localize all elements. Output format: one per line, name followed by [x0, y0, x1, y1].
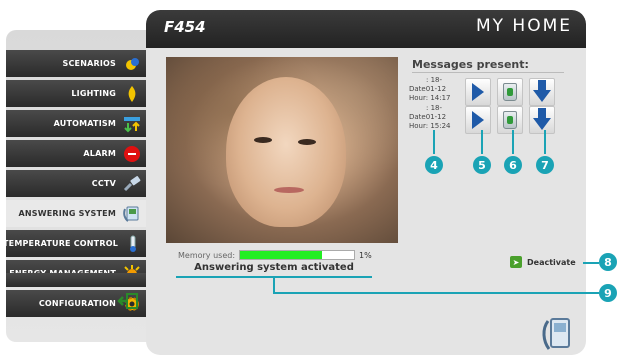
answering-system-icon	[122, 204, 142, 224]
nav-item-label: AUTOMATISM	[53, 119, 116, 128]
callout-line-4	[433, 130, 435, 154]
callout-line-8	[583, 262, 599, 264]
video-feed	[166, 57, 398, 243]
answering-device-icon	[538, 314, 574, 354]
video-eye-left	[254, 137, 272, 143]
video-face	[226, 77, 346, 227]
messages-title: Messages present:	[412, 58, 529, 71]
trash-icon	[503, 83, 517, 101]
memory-bar-fill	[240, 251, 323, 259]
callout-8: 8	[599, 253, 617, 271]
nav-item-label: TEMPERATURE CONTROL	[3, 239, 118, 248]
device-title: F454	[164, 18, 206, 36]
arrow-down-icon	[533, 108, 551, 130]
nav-item-label: CCTV	[91, 179, 116, 188]
nav-item-scenarios[interactable]: SCENARIOS	[6, 50, 148, 77]
back-button[interactable]	[116, 292, 140, 310]
download-button[interactable]	[529, 106, 555, 134]
callout-line-5	[481, 130, 483, 154]
nav-item-label: CONFIGURATION	[38, 299, 116, 308]
message-hour: Hour: 14:17	[409, 94, 451, 102]
play-button[interactable]	[465, 106, 491, 134]
video-eye-right	[298, 139, 316, 145]
play-button[interactable]	[465, 78, 491, 106]
memory-percent: 1%	[359, 250, 372, 260]
callout-6: 6	[504, 156, 522, 174]
nav-item-answering-system[interactable]: ANSWERING SYSTEM	[6, 200, 148, 227]
callout-line-7	[544, 130, 546, 154]
nav-item-cctv[interactable]: CCTV	[6, 170, 148, 197]
nav-bottom-bar	[6, 273, 148, 287]
delete-button[interactable]	[497, 106, 523, 134]
automatism-icon	[122, 114, 142, 134]
lighting-icon	[122, 84, 142, 104]
nav-item-label: LIGHTING	[71, 89, 116, 98]
callout-9: 9	[599, 284, 617, 302]
message-line1: : 18-	[425, 104, 443, 112]
back-arrow-icon	[117, 293, 138, 309]
play-icon	[472, 111, 484, 129]
nav-item-lighting[interactable]: LIGHTING	[6, 80, 148, 107]
delete-button[interactable]	[497, 78, 523, 106]
message-info: : 18- Date01-12 Hour: 14:17	[409, 76, 459, 103]
deactivate-button[interactable]: ➤ Deactivate	[510, 255, 576, 269]
arrow-down-icon	[533, 80, 551, 102]
cctv-icon	[122, 174, 142, 194]
message-line1: : 18-	[425, 76, 443, 84]
nav-item-label: SCENARIOS	[62, 59, 116, 68]
message-date: Date01-12	[409, 113, 447, 121]
memory-bar	[239, 250, 356, 260]
main-header: F454 MY HOME	[146, 10, 586, 48]
callout-7: 7	[536, 156, 554, 174]
callout-4: 4	[425, 156, 443, 174]
nav-item-alarm[interactable]: ALARM	[6, 140, 148, 167]
nav-item-label: ALARM	[83, 149, 116, 158]
nav-item-temperature-control[interactable]: TEMPERATURE CONTROL	[3, 230, 148, 257]
callout-line-9a	[273, 276, 275, 293]
message-info: : 18- Date01-12 Hour: 15:24	[409, 104, 459, 131]
memory-indicator: Memory used: 1%	[178, 249, 372, 261]
video-mouth	[274, 187, 304, 193]
download-button[interactable]	[529, 78, 555, 106]
deactivate-icon: ➤	[510, 256, 522, 268]
scenarios-icon	[122, 54, 142, 74]
messages-divider	[412, 72, 564, 73]
callout-line-9b	[273, 292, 599, 294]
temperature-icon	[124, 234, 142, 254]
memory-label: Memory used:	[178, 250, 236, 260]
trash-icon	[503, 111, 517, 129]
deactivate-label: Deactivate	[527, 257, 576, 267]
brand-logo: MY HOME	[475, 16, 572, 36]
status-text: Answering system activated	[194, 262, 354, 273]
play-icon	[472, 83, 484, 101]
nav-item-automatism[interactable]: AUTOMATISM	[6, 110, 148, 137]
alarm-icon	[122, 144, 142, 164]
message-date: Date01-12	[409, 85, 447, 93]
nav-item-label: ANSWERING SYSTEM	[18, 209, 116, 218]
callout-line-6	[512, 130, 514, 154]
callout-5: 5	[473, 156, 491, 174]
